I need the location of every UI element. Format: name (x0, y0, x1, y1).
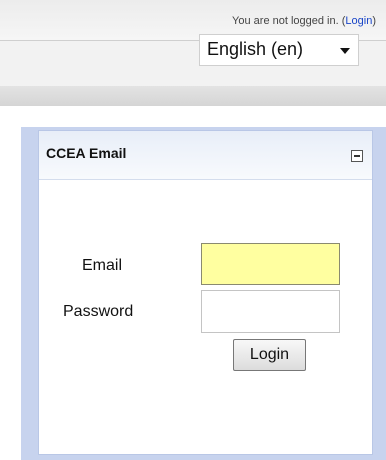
login-info: You are not logged in. (Login) (232, 15, 376, 27)
password-label: Password (63, 303, 134, 320)
language-selected-value: English (en) (207, 39, 304, 59)
login-button[interactable]: Login (233, 339, 306, 371)
password-field[interactable] (201, 290, 340, 333)
login-status-text: You are not logged in. ( (232, 15, 346, 27)
header-bottom-bar (0, 86, 386, 106)
chevron-down-icon (340, 48, 350, 54)
login-link[interactable]: Login (345, 15, 372, 27)
email-label: Email (82, 257, 123, 274)
email-field[interactable] (201, 243, 340, 285)
block-header: CCEA Email (39, 131, 372, 180)
login-status-suffix: ) (372, 15, 376, 27)
block-title: CCEA Email (46, 145, 127, 161)
collapse-icon[interactable] (351, 150, 363, 162)
language-select[interactable]: English (en) (199, 34, 359, 66)
